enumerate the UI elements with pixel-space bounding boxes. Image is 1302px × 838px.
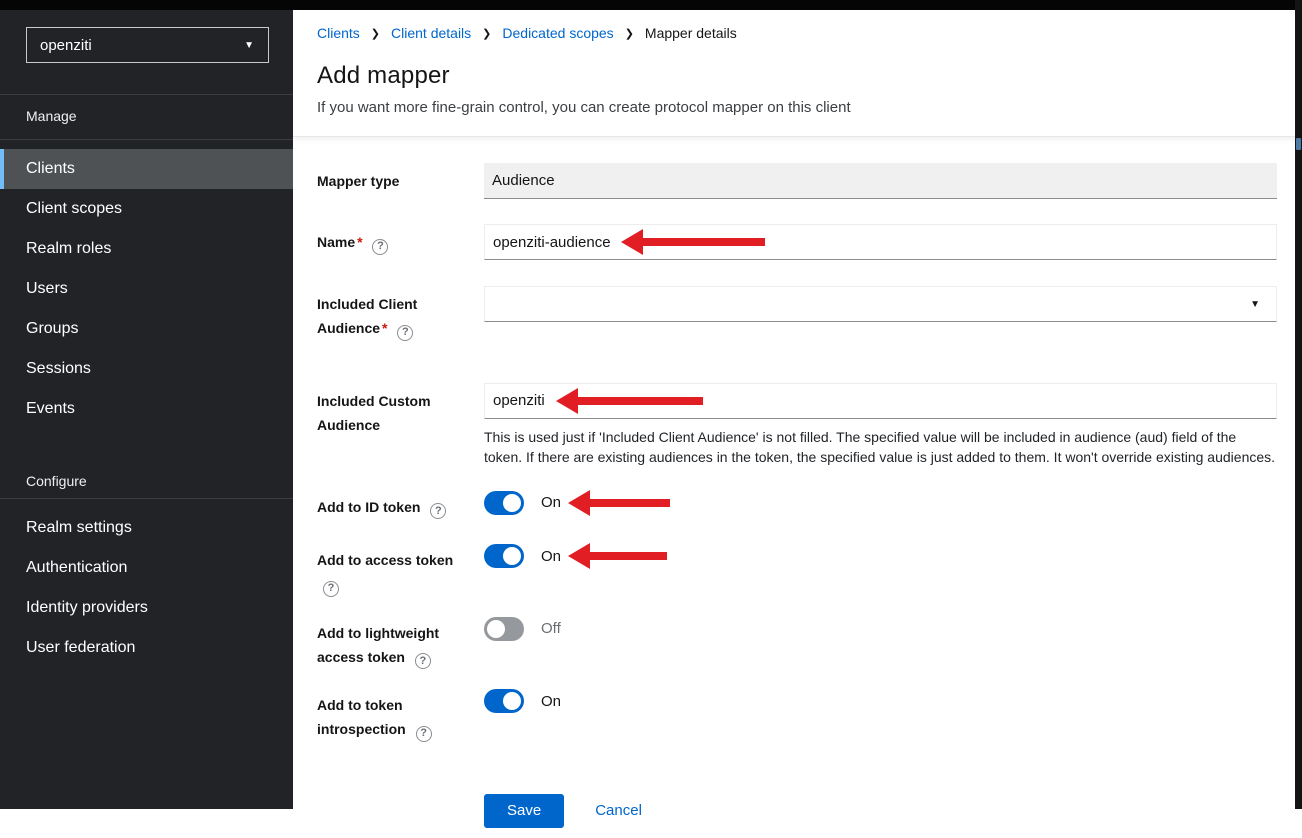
sidebar-item-user-federation[interactable]: User federation [0, 628, 293, 668]
main-content: Clients ❯ Client details ❯ Dedicated sco… [293, 10, 1302, 809]
nav-list-manage: Clients Client scopes Realm roles Users … [0, 140, 293, 429]
help-icon[interactable]: ? [416, 726, 432, 742]
page-header: Clients ❯ Client details ❯ Dedicated sco… [293, 10, 1302, 137]
scrollbar[interactable] [1295, 0, 1302, 809]
toggle-state-label: On [541, 693, 561, 710]
sidebar-item-clients[interactable]: Clients [0, 149, 293, 189]
form-actions-row: Save Cancel [317, 794, 1277, 838]
add-to-id-token-toggle[interactable] [484, 491, 524, 515]
form-row-add-to-lightweight-access-token: Add to lightweight access token ? Off [317, 617, 1277, 670]
breadcrumb-client-details[interactable]: Client details [391, 25, 471, 41]
breadcrumb-mapper-details: Mapper details [645, 25, 737, 41]
included-custom-audience-label: Included Custom Audience [317, 383, 484, 467]
scrollbar-thumb[interactable] [1296, 138, 1301, 150]
mapper-type-field [484, 163, 1277, 199]
save-button[interactable]: Save [484, 794, 564, 828]
breadcrumb-dedicated-scopes[interactable]: Dedicated scopes [502, 25, 613, 41]
included-custom-audience-input[interactable] [484, 383, 1277, 419]
sidebar-item-events[interactable]: Events [0, 389, 293, 429]
toggle-state-label: On [541, 548, 561, 565]
sidebar-item-authentication[interactable]: Authentication [0, 548, 293, 588]
help-icon[interactable]: ? [415, 653, 431, 669]
nav-list-configure: Realm settings Authentication Identity p… [0, 499, 293, 668]
form-row-included-custom-audience: Included Custom Audience This is used ju… [317, 383, 1277, 467]
add-to-lightweight-access-token-toggle[interactable] [484, 617, 524, 641]
name-label: Name* ? [317, 224, 484, 260]
sidebar-item-realm-roles[interactable]: Realm roles [0, 229, 293, 269]
add-to-access-token-label: Add to access token ? [317, 544, 484, 597]
add-to-lightweight-access-token-label: Add to lightweight access token ? [317, 617, 484, 670]
help-icon[interactable]: ? [323, 581, 339, 597]
add-to-access-token-toggle[interactable] [484, 544, 524, 568]
add-to-id-token-label: Add to ID token ? [317, 491, 484, 520]
chevron-down-icon: ▼ [244, 40, 254, 51]
sidebar-item-realm-settings[interactable]: Realm settings [0, 508, 293, 548]
breadcrumb-clients[interactable]: Clients [317, 25, 360, 41]
toggle-state-label: On [541, 494, 561, 511]
sidebar-item-sessions[interactable]: Sessions [0, 349, 293, 389]
realm-selector-area: openziti ▼ [0, 10, 293, 95]
form-row-mapper-type: Mapper type [317, 163, 1277, 199]
realm-name: openziti [40, 37, 92, 54]
breadcrumb: Clients ❯ Client details ❯ Dedicated sco… [317, 25, 1277, 41]
included-custom-audience-helper-text: This is used just if 'Included Client Au… [484, 427, 1277, 467]
sidebar: openziti ▼ Manage Clients Client scopes … [0, 10, 293, 809]
chevron-right-icon: ❯ [371, 27, 380, 40]
nav-section-title-configure: Configure [0, 459, 293, 489]
top-app-bar [0, 0, 1302, 10]
add-to-token-introspection-label: Add to token introspection ? [317, 689, 484, 742]
name-input[interactable] [484, 224, 1277, 260]
form-row-included-client-audience: Included Client Audience* ? ▼ [317, 286, 1277, 341]
required-asterisk: * [357, 234, 362, 250]
realm-selector-dropdown[interactable]: openziti ▼ [26, 27, 269, 63]
toggle-state-label: Off [541, 620, 561, 637]
cancel-button[interactable]: Cancel [595, 802, 642, 819]
form-row-add-to-access-token: Add to access token ? On [317, 544, 1277, 597]
form-row-add-to-id-token: Add to ID token ? On [317, 491, 1277, 520]
add-to-token-introspection-toggle[interactable] [484, 689, 524, 713]
chevron-right-icon: ❯ [625, 27, 634, 40]
add-mapper-form: Mapper type Name* ? Included Client Audi… [293, 137, 1302, 838]
chevron-down-icon: ▼ [1250, 299, 1260, 310]
sidebar-item-groups[interactable]: Groups [0, 309, 293, 349]
mapper-type-label: Mapper type [317, 163, 484, 199]
form-row-name: Name* ? [317, 224, 1277, 260]
form-row-add-to-token-introspection: Add to token introspection ? On [317, 689, 1277, 742]
page-subtitle: If you want more fine-grain control, you… [317, 99, 1277, 116]
sidebar-item-client-scopes[interactable]: Client scopes [0, 189, 293, 229]
included-client-audience-label: Included Client Audience* ? [317, 286, 484, 341]
page-title: Add mapper [317, 62, 1277, 90]
help-icon[interactable]: ? [397, 325, 413, 341]
chevron-right-icon: ❯ [482, 27, 491, 40]
nav-section-title-manage: Manage [0, 95, 293, 124]
included-client-audience-select[interactable]: ▼ [484, 286, 1277, 322]
sidebar-item-identity-providers[interactable]: Identity providers [0, 588, 293, 628]
help-icon[interactable]: ? [372, 239, 388, 255]
required-asterisk: * [382, 320, 387, 336]
help-icon[interactable]: ? [430, 503, 446, 519]
sidebar-item-users[interactable]: Users [0, 269, 293, 309]
